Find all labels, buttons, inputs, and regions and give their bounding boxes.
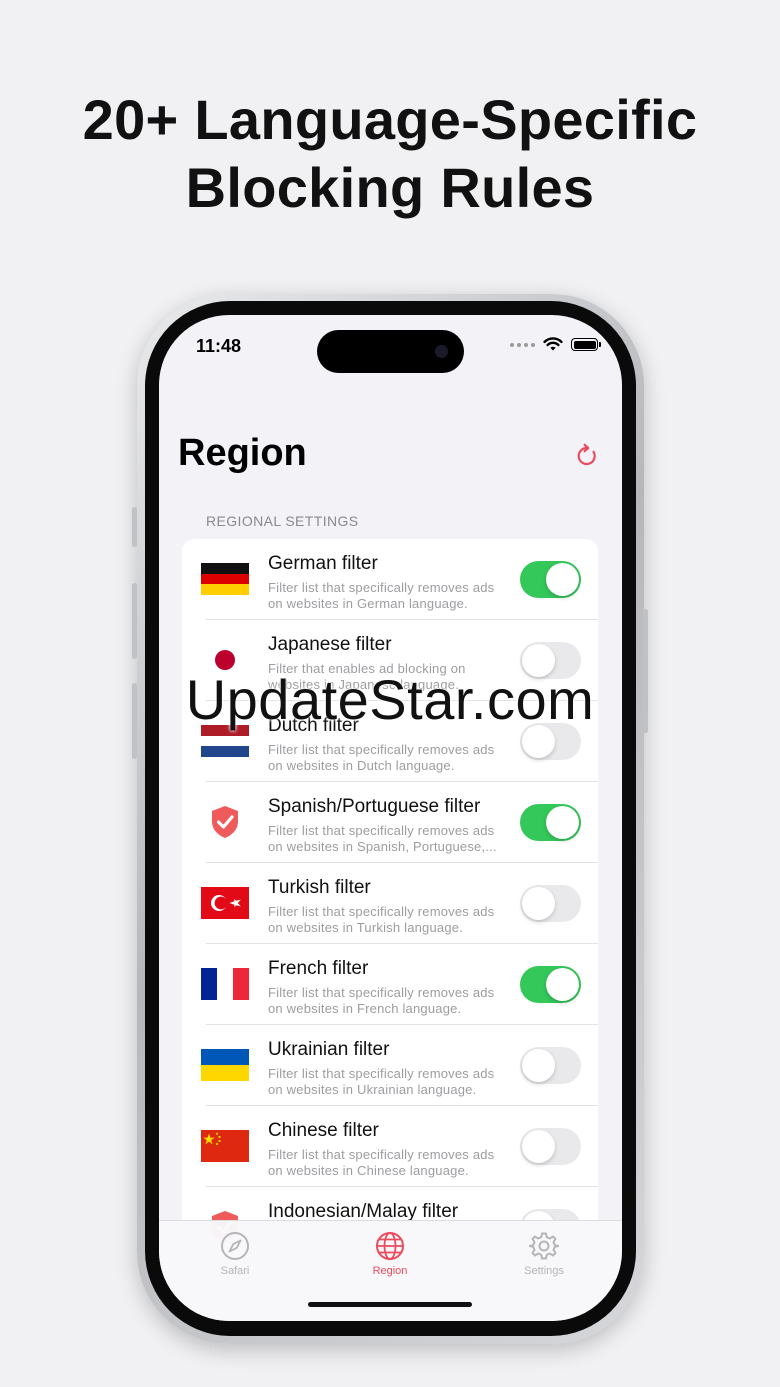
headline-line-1: 20+ Language-Specific bbox=[82, 88, 698, 151]
camera-icon bbox=[435, 345, 448, 358]
status-time: 11:48 bbox=[196, 336, 242, 356]
status-icons bbox=[510, 337, 601, 352]
compass-icon bbox=[221, 1232, 249, 1260]
page-title: Region bbox=[178, 432, 307, 474]
filter-description: Filter list that specifically removes ad… bbox=[268, 904, 495, 935]
filter-name: German filter bbox=[268, 553, 378, 574]
volume-up-button bbox=[132, 583, 137, 659]
filter-name: French filter bbox=[268, 958, 369, 979]
headline: 20+ Language-Specific Blocking Rules bbox=[0, 86, 780, 222]
french-filter-toggle[interactable] bbox=[520, 966, 581, 1003]
filter-description: Filter list that specifically removes ad… bbox=[268, 580, 495, 611]
filter-name: Ukrainian filter bbox=[268, 1039, 390, 1060]
tab-label: Settings bbox=[524, 1265, 564, 1277]
spanish-portuguese-filter-toggle[interactable] bbox=[520, 804, 581, 841]
tab-label: Safari bbox=[220, 1265, 250, 1277]
ukrainian-filter-toggle[interactable] bbox=[520, 1047, 581, 1084]
china-flag bbox=[201, 1130, 249, 1162]
battery-icon bbox=[571, 338, 601, 351]
phone-screen: 11:48 Region REGIONAL SETTINGS German fi… bbox=[159, 315, 622, 1321]
turkish-filter-toggle[interactable] bbox=[520, 885, 581, 922]
ukraine-flag bbox=[201, 1049, 249, 1081]
filter-row-french[interactable]: French filter Filter list that specifica… bbox=[182, 944, 598, 1025]
filter-description: Filter list that specifically removes ad… bbox=[268, 1147, 495, 1178]
filter-description: Filter list that specifically removes ad… bbox=[268, 742, 495, 773]
filter-name: Turkish filter bbox=[268, 877, 371, 898]
german-filter-toggle[interactable] bbox=[520, 561, 581, 598]
shield-check-icon bbox=[212, 806, 238, 838]
watermark: UpdateStar.com bbox=[185, 668, 595, 731]
chinese-filter-toggle[interactable] bbox=[520, 1128, 581, 1165]
headline-line-2: Blocking Rules bbox=[185, 156, 595, 219]
home-indicator[interactable] bbox=[308, 1302, 472, 1307]
section-title: REGIONAL SETTINGS bbox=[206, 513, 359, 529]
france-flag bbox=[201, 968, 249, 1000]
globe-icon bbox=[376, 1232, 404, 1260]
filter-row-ukrainian[interactable]: Ukrainian filter Filter list that specif… bbox=[182, 1025, 598, 1106]
tab-label: Region bbox=[372, 1265, 408, 1277]
filter-row-chinese[interactable]: Chinese filter Filter list that specific… bbox=[182, 1106, 598, 1187]
signal-dots-icon bbox=[510, 342, 535, 347]
gear-icon bbox=[529, 1232, 559, 1260]
turkey-flag bbox=[201, 887, 249, 919]
action-button bbox=[132, 507, 137, 547]
filter-description: Filter list that specifically removes ad… bbox=[268, 823, 497, 854]
tab-safari[interactable]: Safari bbox=[185, 1231, 285, 1277]
refresh-icon[interactable] bbox=[574, 443, 600, 469]
tab-settings[interactable]: Settings bbox=[494, 1231, 594, 1277]
filter-row-turkish[interactable]: Turkish filter Filter list that specific… bbox=[182, 863, 598, 944]
filter-list: German filter Filter list that specifica… bbox=[182, 539, 598, 1239]
filter-description: Filter list that specifically removes ad… bbox=[268, 1066, 495, 1097]
filter-name: Chinese filter bbox=[268, 1120, 379, 1141]
filter-row-spanish-portuguese[interactable]: Spanish/Portuguese filter Filter list th… bbox=[182, 782, 598, 863]
wifi-icon bbox=[543, 337, 563, 351]
filter-name: Japanese filter bbox=[268, 634, 392, 655]
dynamic-island bbox=[317, 330, 464, 373]
filter-name: Spanish/Portuguese filter bbox=[268, 796, 481, 817]
filter-row-german[interactable]: German filter Filter list that specifica… bbox=[182, 539, 598, 620]
germany-flag bbox=[201, 563, 249, 595]
filter-description: Filter list that specifically removes ad… bbox=[268, 985, 495, 1016]
tab-region[interactable]: Region bbox=[340, 1231, 440, 1277]
